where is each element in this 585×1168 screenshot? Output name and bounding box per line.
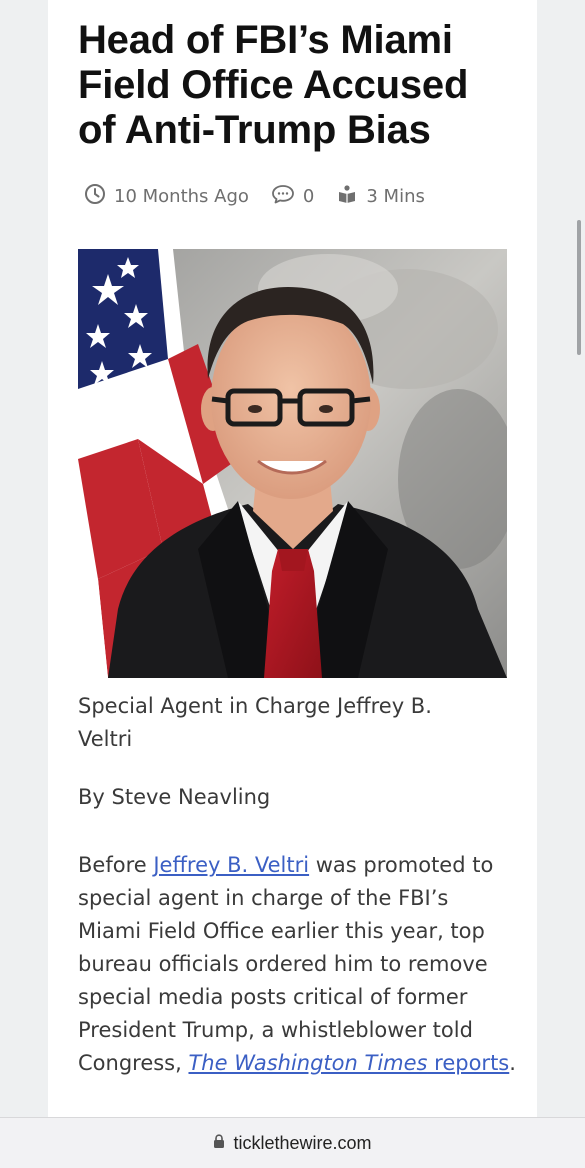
headline-line-1: Head of FBI’s Miami: [78, 18, 453, 62]
browser-address-bar[interactable]: ticklethewire.com: [0, 1117, 585, 1168]
meta-comments[interactable]: 0: [271, 183, 314, 210]
lock-icon: [213, 1133, 233, 1154]
clock-icon: [84, 183, 114, 210]
link-reports-text: reports: [427, 1051, 510, 1075]
caption-line-1: Special Agent in Charge Jeffrey B.: [78, 694, 432, 718]
meta-time-label: 10 Months Ago: [114, 185, 249, 207]
meta-comments-count: 0: [302, 185, 315, 207]
link-jeffrey-veltri[interactable]: Jeffrey B. Veltri: [153, 853, 309, 877]
article-paragraph: Before Jeffrey B. Veltri was promoted to…: [78, 849, 518, 1080]
meta-read-time-label: 3 Mins: [366, 185, 425, 207]
article-byline: By Steve Neavling: [78, 785, 271, 809]
reading-icon: [336, 183, 366, 210]
link-washington-times-report[interactable]: The Washington Times reports: [188, 1051, 509, 1075]
paragraph-text-start: Before: [78, 853, 154, 877]
article-headline: Head of FBI’s Miami Field Office Accused…: [78, 18, 518, 153]
article-photo: [78, 249, 507, 678]
link-washington-times-title: The Washington Times: [188, 1051, 428, 1075]
paragraph-text-end: .: [509, 1051, 516, 1075]
article-meta: 10 Months Ago 0 3 Mins: [84, 180, 447, 212]
headline-line-3: of Anti-Trump Bias: [78, 108, 431, 152]
photo-caption: Special Agent in Charge Jeffrey B. Veltr…: [78, 690, 498, 756]
comment-icon: [271, 183, 303, 210]
browser-url: ticklethewire.com: [233, 1132, 372, 1153]
caption-line-2: Veltri: [78, 727, 133, 751]
page-scrollbar[interactable]: [577, 220, 581, 355]
paragraph-text-middle: was promoted to special agent in charge …: [78, 853, 494, 1075]
meta-read-time: 3 Mins: [336, 183, 425, 210]
meta-time: 10 Months Ago: [84, 183, 249, 210]
headline-line-2: Field Office Accused: [78, 63, 469, 107]
